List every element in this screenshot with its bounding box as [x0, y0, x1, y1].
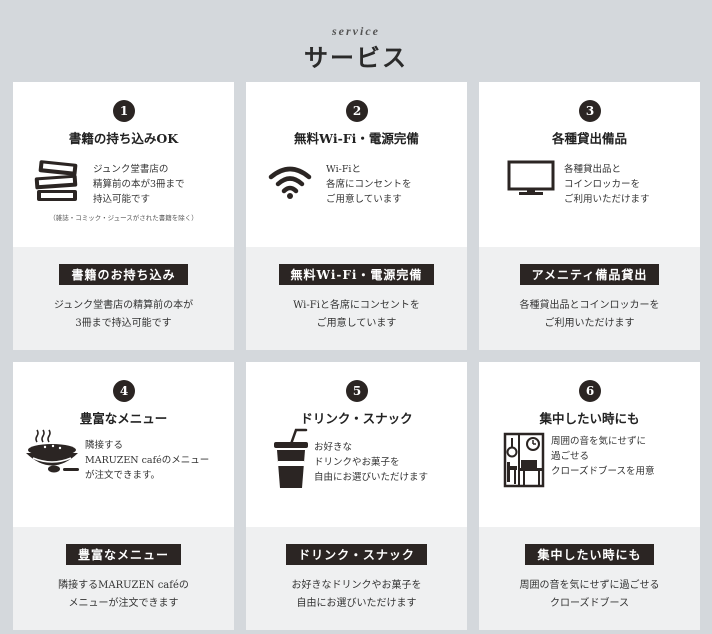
card-number: 2 [346, 100, 368, 122]
wifi-icon [268, 166, 312, 199]
card-heading: 豊富なメニュー [79, 411, 168, 426]
card-caption: 各種貸出品とコインロッカーを ご利用いただけます [519, 300, 660, 329]
card-badge: 無料Wi-Fi・電源完備 [278, 264, 435, 285]
service-card-menu: 4 豊富なメニュー 隣接する MARUZEN caféのメニュー が注文できます… [13, 362, 234, 630]
card-description: 各種貸出品と コインロッカーを ご利用いただけます [564, 164, 650, 205]
service-card-booth: 6 集中したい時にも 周囲の音を気にせずに 過ごせる クローズドブースを用意 集… [479, 362, 700, 630]
card-top: 1 書籍の持ち込みOK ジュンク堂書店の 精算前の本が3冊まで 持込可能です （… [13, 82, 234, 247]
card-number: 3 [579, 100, 601, 122]
service-card-wifi: 2 無料Wi-Fi・電源完備 Wi-Fiと 各席にコンセントを ご用意しています… [246, 82, 467, 350]
card-badge: 書籍のお持ち込み [59, 264, 188, 285]
section-title: サービス [304, 43, 408, 72]
card-description: 周囲の音を気にせずに 過ごせる クローズドブースを用意 [551, 436, 655, 477]
card-number: 4 [113, 380, 135, 402]
card-heading: 書籍の持ち込みOK [68, 131, 179, 146]
rice-bowl-icon [26, 429, 79, 473]
service-card-books: 1 書籍の持ち込みOK ジュンク堂書店の 精算前の本が3冊まで 持込可能です （… [13, 82, 234, 350]
section-header: service サービス [0, 0, 712, 82]
card-number: 1 [113, 100, 135, 122]
card-top: 4 豊富なメニュー 隣接する MARUZEN caféのメニュー が注文できます… [13, 362, 234, 527]
card-note: （雑誌・コミック・ジュースがされた書籍を除く） [49, 214, 198, 222]
monitor-icon [507, 160, 555, 195]
card-heading: 無料Wi-Fi・電源完備 [294, 131, 419, 146]
card-top: 2 無料Wi-Fi・電源完備 Wi-Fiと 各席にコンセントを ご用意しています [246, 82, 467, 247]
card-badge: ドリンク・スナック [286, 544, 427, 565]
card-badge: 豊富なメニュー [65, 544, 181, 565]
card-heading: 集中したい時にも [539, 411, 640, 426]
card-top: 5 ドリンク・スナック お好きな ドリンクやお菓子を 自由にお選びいただけます [246, 362, 467, 527]
card-caption: お好きなドリンクやお菓子を 自由にお選びいただけます [291, 580, 422, 609]
card-number: 5 [346, 380, 368, 402]
section-eyebrow: service [332, 24, 380, 38]
card-heading: ドリンク・スナック [300, 411, 413, 426]
card-description: ジュンク堂書店の 精算前の本が3冊まで 持込可能です [93, 164, 185, 205]
card-badge: アメニティ備品貸出 [519, 264, 660, 285]
card-heading: 各種貸出備品 [551, 131, 627, 146]
drink-cup-icon [274, 428, 308, 488]
card-number: 6 [579, 380, 601, 402]
books-icon [34, 160, 78, 201]
card-description: 隣接する MARUZEN caféのメニュー が注文できます。 [85, 440, 210, 481]
card-description: Wi-Fiと 各席にコンセントを ご用意しています [326, 164, 412, 205]
booth-icon [503, 432, 545, 488]
card-caption: ジュンク堂書店の精算前の本が 3冊まで持込可能です [53, 300, 194, 329]
card-caption: 周囲の音を気にせずに過ごせる クローズドブース [519, 580, 660, 609]
card-badge: 集中したい時にも [525, 544, 654, 565]
service-card-drinks: 5 ドリンク・スナック お好きな ドリンクやお菓子を 自由にお選びいただけます … [246, 362, 467, 630]
card-caption: Wi-Fiと各席にコンセントを ご用意しています [293, 300, 420, 329]
service-card-rental: 3 各種貸出備品 各種貸出品と コインロッカーを ご利用いただけます アメニティ… [479, 82, 700, 350]
card-top: 3 各種貸出備品 各種貸出品と コインロッカーを ご利用いただけます [479, 82, 700, 247]
card-caption: 隣接するMARUZEN caféの メニューが注文できます [58, 580, 189, 609]
card-description: お好きな ドリンクやお菓子を 自由にお選びいただけます [314, 442, 429, 483]
card-top: 6 集中したい時にも 周囲の音を気にせずに 過ごせる クローズドブースを用意 [479, 362, 700, 527]
